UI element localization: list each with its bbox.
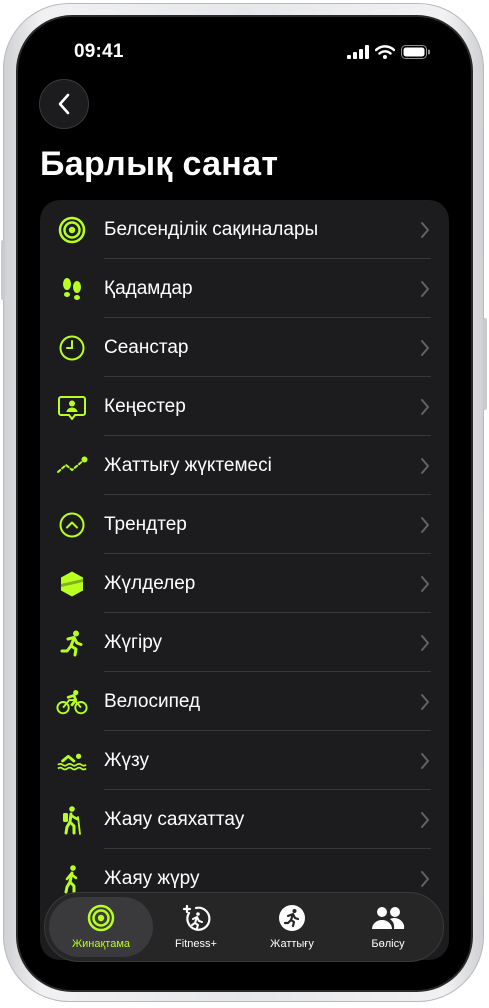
chevron-right-icon (421, 399, 429, 415)
page-title: Барлық санат (40, 145, 279, 183)
cellular-signal-icon (347, 45, 369, 59)
trends-icon (56, 509, 88, 541)
cycling-icon (56, 686, 88, 718)
awards-icon (56, 568, 88, 600)
chevron-right-icon (421, 281, 429, 297)
status-time: 09:41 (74, 41, 124, 62)
chevron-right-icon (421, 753, 429, 769)
chevron-right-icon (421, 812, 429, 828)
tab-label: Fitness+ (175, 938, 217, 950)
tab-label: Жаттығу (270, 938, 314, 950)
list-item-label: Қадамдар (104, 278, 193, 299)
list-item-awards[interactable]: Жүлделер (40, 554, 449, 613)
sharing-icon (338, 904, 438, 934)
chevron-right-icon (421, 576, 429, 592)
wifi-icon (375, 45, 395, 59)
hiking-icon (56, 804, 88, 836)
chevron-left-icon (58, 93, 70, 115)
chevron-right-icon (421, 458, 429, 474)
activity-rings-icon (56, 214, 88, 246)
swimming-icon (56, 745, 88, 777)
screen: 09:41 Барлық санат Белсенділік сақиналар… (18, 17, 471, 990)
list-item-running[interactable]: Жүгіру (40, 613, 449, 672)
list-item-label: Жаяу саяхаттау (104, 809, 245, 830)
list-item-label: Велосипед (104, 691, 201, 712)
list-item-label: Жүлделер (104, 573, 196, 594)
list-item-sessions[interactable]: Сеанстар (40, 318, 449, 377)
tab-label: Бөлісу (371, 938, 405, 950)
coaching-tips-icon (56, 391, 88, 423)
chevron-right-icon (421, 694, 429, 710)
list-item-tips[interactable]: Кеңестер (40, 377, 449, 436)
tab-sharing[interactable]: Бөлісу (338, 897, 438, 957)
category-list: Белсенділік сақиналары Қадамдар Сеанстар… (40, 200, 449, 960)
running-icon (56, 627, 88, 659)
list-item-label: Сеанстар (104, 337, 189, 358)
back-button[interactable] (39, 79, 89, 129)
list-item-activity-rings[interactable]: Белсенділік сақиналары (40, 200, 449, 259)
list-item-label: Трендтер (104, 514, 187, 535)
status-bar: 09:41 (18, 41, 471, 65)
fitness-plus-icon (146, 904, 246, 934)
chevron-right-icon (421, 635, 429, 651)
tab-summary[interactable]: Жинақтама (49, 897, 153, 957)
chevron-right-icon (421, 340, 429, 356)
list-item-label: Жүзу (104, 750, 150, 771)
list-item-steps[interactable]: Қадамдар (40, 259, 449, 318)
list-item-label: Жаттығу жүктемесі (104, 455, 272, 476)
list-item-trends[interactable]: Трендтер (40, 495, 449, 554)
list-item-label: Жаяу жүру (104, 868, 200, 889)
tab-bar: Жинақтама Fitness+ Жаттығу Бөлісу (44, 892, 444, 962)
volume-button (1, 240, 5, 300)
summary-rings-icon (49, 904, 153, 934)
footprints-icon (56, 273, 88, 305)
clock-icon (56, 332, 88, 364)
tab-workout[interactable]: Жаттығу (242, 897, 342, 957)
list-item-label: Жүгіру (104, 632, 163, 653)
side-button (483, 318, 487, 410)
list-item-swimming[interactable]: Жүзу (40, 731, 449, 790)
tab-fitness-plus[interactable]: Fitness+ (146, 897, 246, 957)
list-item-hiking[interactable]: Жаяу саяхаттау (40, 790, 449, 849)
list-item-label: Белсенділік сақиналары (104, 219, 319, 240)
chevron-right-icon (421, 871, 429, 887)
list-item-label: Кеңестер (104, 396, 186, 417)
chevron-right-icon (421, 222, 429, 238)
chevron-right-icon (421, 517, 429, 533)
system-indicators (347, 45, 431, 59)
tab-label: Жинақтама (71, 938, 131, 950)
workout-icon (242, 904, 342, 934)
walking-icon (56, 863, 88, 895)
battery-icon (401, 45, 430, 59)
list-item-training-load[interactable]: Жаттығу жүктемесі (40, 436, 449, 495)
training-load-icon (56, 450, 88, 482)
list-item-cycling[interactable]: Велосипед (40, 672, 449, 731)
